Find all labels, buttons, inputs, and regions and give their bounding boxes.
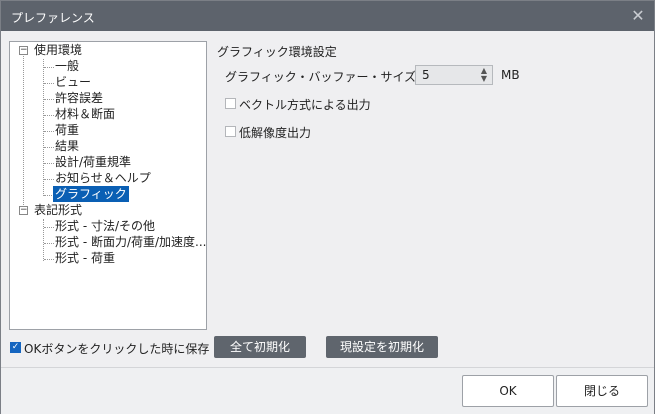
window-title: プレファレンス	[11, 11, 95, 25]
tree-item-results[interactable]: 結果	[55, 138, 79, 154]
tree-line	[44, 243, 54, 244]
close-icon[interactable]: ✕	[628, 6, 648, 26]
tree-item-design-code[interactable]: 設計/荷重規準	[55, 154, 131, 170]
tree-item-graphics[interactable]: グラフィック	[53, 186, 129, 202]
tree-line	[44, 163, 54, 164]
tree-line	[44, 115, 54, 116]
tree-line	[44, 259, 54, 260]
tree-line	[23, 56, 24, 213]
close-button[interactable]: 閉じる	[556, 375, 648, 407]
tree-item-tolerance[interactable]: 許容誤差	[55, 90, 103, 106]
tree-line	[44, 67, 54, 68]
tree-line	[43, 59, 44, 196]
dialog-footer: OK 閉じる	[1, 367, 654, 414]
tree-item-notice-help[interactable]: お知らせ＆ヘルプ	[55, 170, 151, 186]
vector-output-checkbox[interactable]	[225, 98, 236, 109]
spinner-down-icon[interactable]: ▼	[481, 74, 487, 83]
tree-line	[44, 147, 54, 148]
tree-line	[44, 83, 54, 84]
tree-line	[44, 179, 54, 180]
ok-button[interactable]: OK	[462, 375, 554, 407]
preferences-dialog: プレファレンス ✕ − 使用環境 一般 ビュー 許容誤差 材料＆断面 荷重 結果…	[0, 0, 655, 414]
save-on-ok-label[interactable]: OKボタンをクリックした時に保存	[24, 340, 209, 357]
tree-item-load[interactable]: 荷重	[55, 122, 79, 138]
spinner-arrows-icon[interactable]: ▲ ▼	[479, 67, 489, 83]
tree-item-format-dimension[interactable]: 形式 - 寸法/その他	[55, 218, 155, 234]
tree-item-view[interactable]: ビュー	[55, 74, 91, 90]
tree-item-material-section[interactable]: 材料＆断面	[55, 106, 115, 122]
tree-group-usage-env[interactable]: 使用環境	[34, 42, 82, 58]
collapse-icon[interactable]: −	[19, 46, 28, 55]
collapse-icon[interactable]: −	[19, 206, 28, 215]
tree-line	[44, 131, 54, 132]
tree-line	[44, 99, 54, 100]
save-on-ok-checkbox[interactable]: ✓	[10, 342, 21, 353]
buffer-size-spinner[interactable]: 5 ▲ ▼	[415, 65, 493, 85]
reset-all-button[interactable]: 全て初期化	[214, 336, 306, 358]
buffer-size-value[interactable]: 5	[422, 68, 430, 82]
tree-group-notation[interactable]: 表記形式	[34, 202, 82, 218]
title-bar[interactable]: プレファレンス ✕	[1, 1, 654, 31]
section-title: グラフィック環境設定	[217, 45, 337, 59]
buffer-size-unit: MB	[501, 68, 520, 82]
reset-current-button[interactable]: 現設定を初期化	[326, 336, 438, 358]
lowres-output-checkbox[interactable]	[225, 126, 236, 137]
lowres-output-label[interactable]: 低解像度出力	[239, 124, 311, 141]
tree-item-format-load[interactable]: 形式 - 荷重	[55, 250, 115, 266]
tree-item-format-force[interactable]: 形式 - 断面力/荷重/加速度...	[55, 234, 207, 250]
tree-line	[44, 227, 54, 228]
vector-output-label[interactable]: ベクトル方式による出力	[239, 96, 371, 113]
category-tree[interactable]: − 使用環境 一般 ビュー 許容誤差 材料＆断面 荷重 結果 設計/荷重規準 お…	[9, 41, 207, 330]
buffer-size-label: グラフィック・バッファー・サイズ	[225, 70, 417, 84]
tree-line	[43, 219, 44, 261]
tree-item-general[interactable]: 一般	[55, 58, 79, 74]
